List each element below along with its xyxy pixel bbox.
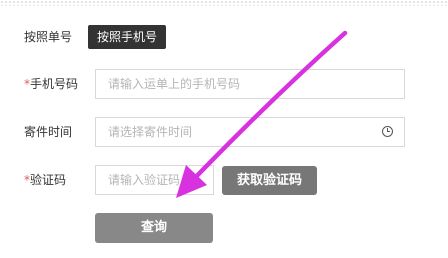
code-input[interactable]: 请输入验证码 [95, 165, 214, 195]
tab-by-phone[interactable]: 按照手机号 [88, 25, 166, 49]
phone-label-text: 手机号码 [30, 77, 79, 91]
tab-by-order[interactable]: 按照单号 [24, 25, 72, 49]
clock-icon[interactable] [382, 126, 393, 137]
code-label-text: 验证码 [30, 173, 67, 187]
code-placeholder: 请输入验证码 [108, 173, 181, 187]
phone-placeholder: 请输入运单上的手机号码 [108, 77, 241, 91]
time-input[interactable]: 请选择寄件时间 [95, 117, 405, 147]
tracking-query-form: 按照单号 按照手机号 *手机号码 请输入运单上的手机号码 寄件时间 请选择寄件时… [0, 0, 448, 258]
phone-input[interactable]: 请输入运单上的手机号码 [95, 69, 405, 99]
get-code-button[interactable]: 获取验证码 [222, 166, 317, 195]
code-label: *验证码 [24, 165, 66, 195]
time-placeholder: 请选择寄件时间 [108, 125, 193, 139]
time-label: 寄件时间 [24, 125, 73, 139]
query-button[interactable]: 查询 [95, 213, 213, 243]
phone-label: *手机号码 [24, 69, 78, 99]
decorative-divider [0, 0, 448, 6]
